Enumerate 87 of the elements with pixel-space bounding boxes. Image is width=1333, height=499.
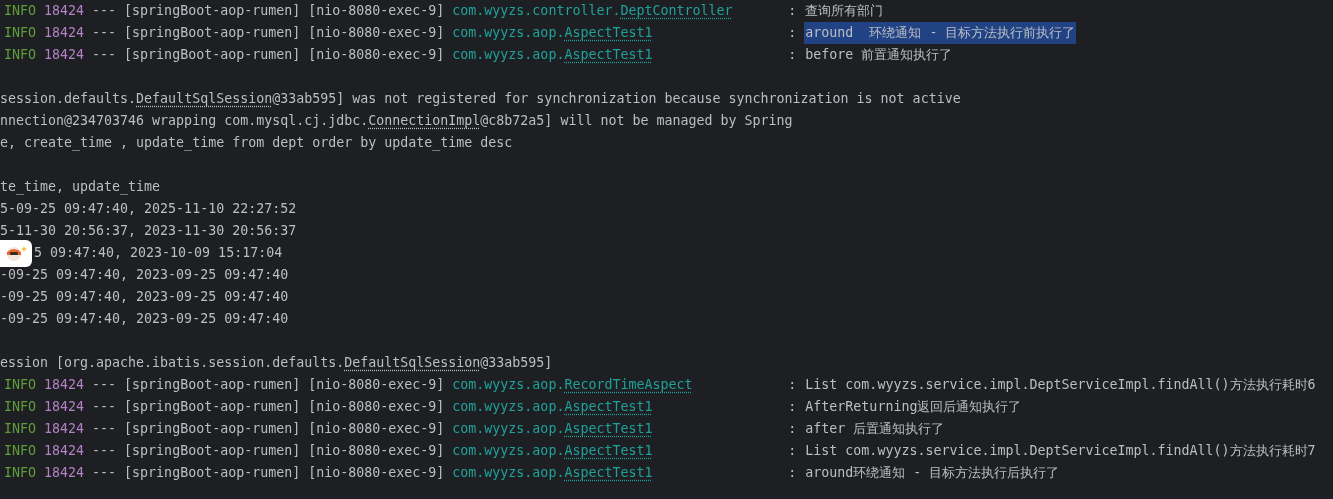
class-link[interactable]: AspectTest1 xyxy=(564,396,653,418)
separator: : xyxy=(788,2,797,20)
thread-name: [nio-8080-exec-9] xyxy=(308,442,445,460)
class-link[interactable]: DeptController xyxy=(620,0,733,22)
log-message: AfterReturning返回后通知执行了 xyxy=(804,398,1023,416)
logger-name: com.wyyzs.aop.AspectTest1 xyxy=(452,440,653,462)
separator: --- xyxy=(92,46,117,64)
log-message: List com.wyyzs.service.impl.DeptServiceImpl.findAll()方法执行耗时6 xyxy=(804,376,1317,394)
class-link[interactable]: AspectTest1 xyxy=(564,418,653,440)
separator: : xyxy=(788,398,797,416)
separator: : xyxy=(788,46,797,64)
thread-name: [nio-8080-exec-9] xyxy=(308,46,445,64)
class-link[interactable]: AspectTest1 xyxy=(564,462,653,484)
separator: --- xyxy=(92,24,117,42)
logger-name: com.wyyzs.aop.AspectTest1 xyxy=(452,462,653,484)
console-line: 5-11-30 20:56:37, 2023-11-30 20:56:37 xyxy=(0,222,297,240)
log-level: INFO xyxy=(4,398,37,416)
logger-name: com.wyyzs.aop.AspectTest1 xyxy=(452,396,653,418)
process-id: 18424 xyxy=(44,46,85,64)
console-line: -09-25 09:47:40, 2023-09-25 09:47:40 xyxy=(0,266,289,284)
process-id: 18424 xyxy=(44,376,85,394)
app-name: [springBoot-aop-rumen] xyxy=(124,24,301,42)
logger-name: com.wyyzs.controller.DeptController xyxy=(452,0,733,22)
class-link[interactable]: AspectTest1 xyxy=(564,22,653,44)
log-level: INFO xyxy=(4,24,37,42)
log-level: INFO xyxy=(4,46,37,64)
log-message: List com.wyyzs.service.impl.DeptServiceImpl.findAll()方法执行耗时7 xyxy=(804,442,1317,460)
process-id: 18424 xyxy=(44,398,85,416)
thread-name: [nio-8080-exec-9] xyxy=(308,24,445,42)
console-line: -09-25 09:47:40, 2023-09-25 09:47:40 xyxy=(0,310,289,328)
console-line: e, create_time , update_time from dept order by update_time desc xyxy=(0,134,513,153)
process-id: 18424 xyxy=(44,420,85,438)
process-id: 18424 xyxy=(44,442,85,460)
app-name: [springBoot-aop-rumen] xyxy=(124,2,301,20)
log-level: INFO xyxy=(4,2,37,20)
console-line: -09-25 09:47:40, 2023-09-25 09:47:40 xyxy=(0,288,289,306)
separator: --- xyxy=(92,464,117,482)
separator: --- xyxy=(92,442,117,460)
console-line: 5-09-25 09:47:40, 2025-11-10 22:27:52 xyxy=(0,200,297,218)
class-link[interactable]: AspectTest1 xyxy=(564,440,653,462)
process-id: 18424 xyxy=(44,2,85,20)
class-link[interactable]: DefaultSqlSession xyxy=(136,88,273,110)
separator: : xyxy=(788,464,797,482)
app-name: [springBoot-aop-rumen] xyxy=(124,464,301,482)
logger-name: com.wyyzs.aop.AspectTest1 xyxy=(452,44,653,66)
logger-name: com.wyyzs.aop.AspectTest1 xyxy=(452,22,653,44)
log-level: INFO xyxy=(4,442,37,460)
app-name: [springBoot-aop-rumen] xyxy=(124,420,301,438)
assistant-icon[interactable] xyxy=(0,239,32,267)
class-link[interactable]: AspectTest1 xyxy=(564,44,653,66)
separator: --- xyxy=(92,420,117,438)
separator: : xyxy=(788,376,797,394)
process-id: 18424 xyxy=(44,464,85,482)
console-line: ession [org.apache.ibatis.session.defaults.DefaultSqlSession@33ab595] xyxy=(0,352,553,374)
console-line: te_time, update_time xyxy=(0,178,161,197)
class-link[interactable]: ConnectionImpl xyxy=(368,110,481,132)
process-id: 18424 xyxy=(44,24,85,42)
thread-name: [nio-8080-exec-9] xyxy=(308,420,445,438)
console-line: nnection@234703746 wrapping com.mysql.cj.jdbc.ConnectionImpl@c8b72a5] will not be managed by Spring xyxy=(0,110,793,132)
log-level: INFO xyxy=(4,464,37,482)
separator: --- xyxy=(92,2,117,20)
log-level: INFO xyxy=(4,376,37,394)
separator: : xyxy=(788,442,797,460)
separator: : xyxy=(788,24,797,42)
separator: : xyxy=(788,420,797,438)
log-message: around环绕通知 - 目标方法执行后执行了 xyxy=(804,464,1061,482)
app-name: [springBoot-aop-rumen] xyxy=(124,376,301,394)
console-line: session.defaults.DefaultSqlSession@33ab595] was not registered for synchronization because synchronization is not active xyxy=(0,88,961,110)
log-message: after 后置通知执行了 xyxy=(804,420,946,438)
thread-name: [nio-8080-exec-9] xyxy=(308,398,445,416)
log-level: INFO xyxy=(4,420,37,438)
console-line: 5 09:47:40, 2023-10-09 15:17:04 xyxy=(34,244,283,262)
thread-name: [nio-8080-exec-9] xyxy=(308,2,445,20)
thread-name: [nio-8080-exec-9] xyxy=(308,376,445,394)
separator: --- xyxy=(92,376,117,394)
logger-name: com.wyyzs.aop.AspectTest1 xyxy=(452,418,653,440)
log-message: before 前置通知执行了 xyxy=(804,46,954,64)
app-name: [springBoot-aop-rumen] xyxy=(124,46,301,64)
separator: --- xyxy=(92,398,117,416)
app-name: [springBoot-aop-rumen] xyxy=(124,398,301,416)
app-name: [springBoot-aop-rumen] xyxy=(124,442,301,460)
log-message: 查询所有部门 xyxy=(804,2,885,20)
class-link[interactable]: RecordTimeAspect xyxy=(564,374,693,396)
class-link[interactable]: DefaultSqlSession xyxy=(344,352,481,374)
logger-name: com.wyyzs.aop.RecordTimeAspect xyxy=(452,374,693,396)
thread-name: [nio-8080-exec-9] xyxy=(308,464,445,482)
log-message: around 环绕通知 - 目标方法执行前执行了 xyxy=(804,22,1077,44)
